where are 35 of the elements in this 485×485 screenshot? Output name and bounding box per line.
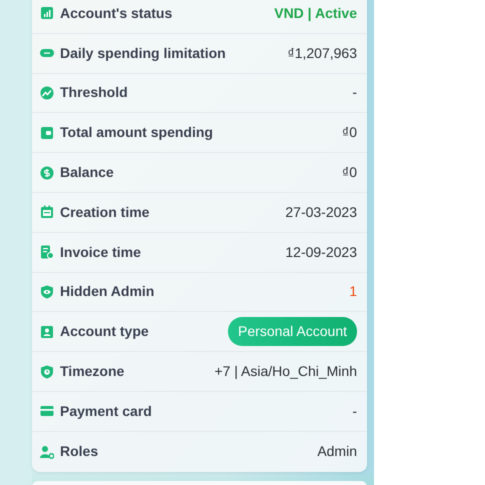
receipt-icon	[40, 245, 54, 260]
field-label: Hidden Admin	[60, 282, 154, 302]
field-label: Payment card	[60, 402, 152, 421]
wallet-icon	[40, 126, 54, 140]
field-label: Account type	[60, 322, 149, 342]
field-value: -	[352, 83, 357, 102]
field-value: 12-09-2023	[285, 242, 357, 262]
count-value: 1	[349, 282, 357, 302]
field-label: Account's status	[60, 4, 172, 23]
card-icon	[40, 404, 54, 418]
user-card-icon	[40, 324, 54, 339]
field-label: Creation time	[60, 202, 150, 222]
field-value: ₫0	[342, 163, 357, 182]
status-value: VND | Active	[274, 4, 357, 24]
field-label: Total amount spending	[60, 123, 213, 142]
field-value: ₫0	[342, 123, 357, 142]
trend-icon	[40, 86, 54, 100]
shield-clock-icon	[40, 364, 54, 379]
shield-eye-icon	[40, 284, 54, 299]
field-label: Threshold	[60, 83, 128, 102]
field-value: 27-03-2023	[285, 202, 357, 222]
field-label: Balance	[60, 163, 114, 182]
dollar-icon	[40, 166, 54, 180]
calendar-icon	[40, 205, 54, 220]
field-label: Timezone	[60, 362, 124, 382]
field-value: +7 | Asia/Ho_Chi_Minh	[214, 362, 357, 382]
field-label: Roles	[60, 442, 98, 462]
field-value: -	[352, 402, 357, 421]
field-label: Invoice time	[60, 242, 141, 262]
field-label: Daily spending limitation	[60, 44, 226, 63]
chart-icon	[40, 6, 54, 20]
account-type-badge: Personal Account	[228, 317, 357, 346]
field-value: Admin	[317, 442, 357, 462]
user-gear-icon	[40, 444, 54, 459]
field-value: ₫1,207,963	[288, 44, 357, 63]
